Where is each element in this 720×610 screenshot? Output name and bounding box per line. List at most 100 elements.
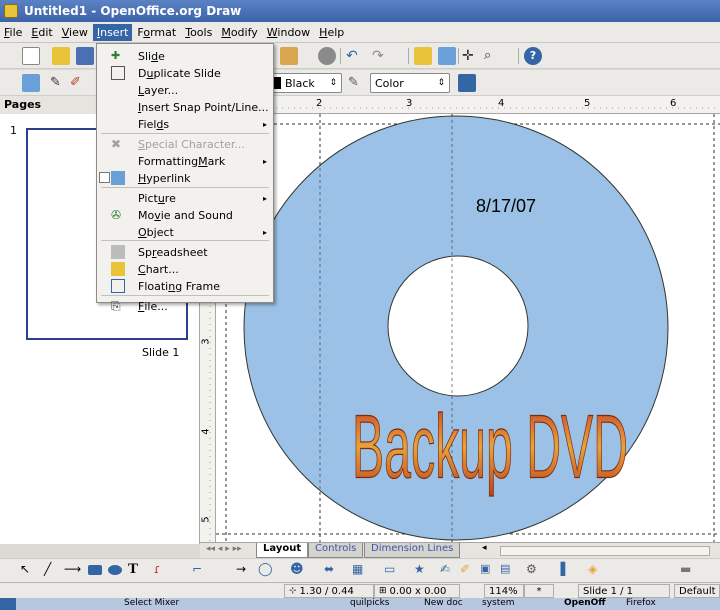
arrange-icon[interactable]: ◈	[588, 562, 606, 580]
navigator-icon[interactable]	[438, 47, 456, 65]
select-arrow-icon[interactable]: ↖	[20, 562, 38, 580]
submenu-arrow-icon: ▸	[262, 157, 267, 166]
lines-arrows-icon[interactable]: →	[236, 562, 254, 580]
layer-tab[interactable]: Layout	[256, 543, 309, 558]
chart-insert-icon[interactable]	[414, 47, 432, 65]
menu-item[interactable]: View	[58, 24, 92, 41]
gallery-icon[interactable]: ▤	[500, 562, 518, 580]
insert-menu-item[interactable]: Object ▸	[97, 224, 273, 241]
insert-menu-item[interactable]: Du plicate Slide	[97, 65, 273, 82]
help-icon[interactable]: ?	[524, 47, 542, 65]
insert-menu-item[interactable]: ✇ Mo v ie and Sound	[97, 207, 273, 224]
menu-item[interactable]: Window	[263, 24, 314, 41]
callouts-icon[interactable]: ▭	[384, 562, 402, 580]
points-icon[interactable]: ✍	[440, 562, 458, 580]
taskbar-item[interactable]: quilpicks	[346, 598, 416, 610]
zoom-icon[interactable]: ⌕	[484, 47, 502, 65]
redo-icon[interactable]: ↷	[372, 47, 390, 65]
horizontal-scrollbar[interactable]	[500, 546, 710, 556]
ruler-tick-label: 3	[406, 98, 413, 109]
insert-menu-item[interactable]: Sp r eadsheet	[97, 244, 273, 261]
menu-separator	[101, 240, 269, 241]
text-tool-icon[interactable]: T	[128, 561, 146, 579]
styles-icon[interactable]	[22, 74, 40, 92]
insert-menu-item[interactable]: Layer...	[97, 82, 273, 99]
gluepoints-icon[interactable]: ✛	[462, 47, 480, 65]
fontwork-icon[interactable]: ✐	[460, 562, 478, 580]
menu-separator	[101, 133, 269, 134]
insert-menu-item[interactable]: Insert Snap Point/Line...	[97, 99, 273, 116]
slide-label: Slide 1	[142, 346, 180, 359]
menu-item-label: Sp	[138, 246, 152, 259]
open-folder-icon[interactable]	[52, 47, 70, 65]
save-icon[interactable]	[76, 47, 94, 65]
tab-nav-arrows-icon[interactable]: ◂◂ ◂ ▸ ▸▸	[206, 544, 242, 554]
from-file-icon[interactable]: ▣	[480, 562, 498, 580]
area-icon[interactable]: ✎	[348, 74, 366, 92]
area-style-select[interactable]: Color ⇕	[370, 73, 450, 93]
menu-item[interactable]: Insert	[92, 23, 133, 41]
layer-tab[interactable]: Dimension Lines	[364, 543, 461, 558]
block-arrows-icon[interactable]: ⬌	[324, 562, 342, 580]
size-field: ⊞ 0.00 x 0.00	[374, 584, 460, 598]
menu-item[interactable]: Format	[133, 24, 180, 41]
undo-icon[interactable]: ↶	[346, 47, 364, 65]
shadow-tool-icon[interactable]: ▬	[680, 562, 698, 580]
scroll-left-icon[interactable]: ◂	[482, 543, 487, 553]
menu-item-label: re	[164, 192, 176, 205]
menu-item-label: ie and Sound	[160, 209, 233, 222]
menu-item[interactable]: Modify	[217, 24, 261, 41]
line-arrow-tool-icon[interactable]: ⟶	[64, 562, 82, 580]
date-label[interactable]: 8/17/07	[476, 196, 536, 216]
curve-tool-icon[interactable]: ɾ	[154, 562, 172, 580]
insert-menu-item[interactable]: Fiel d s ▸	[97, 116, 273, 133]
shadow-icon[interactable]	[458, 74, 476, 92]
insert-menu-item[interactable]: ✚ Sli d e	[97, 48, 273, 65]
line-color-select[interactable]: Black ⇕	[268, 73, 342, 93]
menu-item[interactable]: Help	[315, 24, 348, 41]
start-menu-icon[interactable]	[0, 598, 16, 610]
line-tool-icon[interactable]: ╱	[44, 562, 62, 580]
menu-item-label: Formatting	[138, 155, 199, 168]
symbol-shapes-icon[interactable]: ☻	[290, 562, 308, 580]
taskbar-item-label: OpenOff	[564, 598, 606, 608]
menu-item-label: pecial Character...	[144, 138, 245, 151]
taskbar-item[interactable]: system	[478, 598, 542, 610]
taskbar-item[interactable]: New doc	[420, 598, 476, 610]
insert-menu-item[interactable]: Hyperlink	[97, 170, 273, 187]
line-icon[interactable]: ✎	[50, 74, 68, 92]
connector-tool-icon[interactable]: ⌐	[192, 562, 210, 580]
basic-shapes-icon[interactable]: ◯	[258, 562, 276, 580]
insert-menu-item[interactable]: Pict u re ▸	[97, 190, 273, 207]
drawing-canvas[interactable]: 8/17/07 Backup DVD	[216, 114, 720, 544]
zoom-field[interactable]: 114%	[484, 584, 524, 598]
insert-menu-item[interactable]: Formatting Mark ▸	[97, 153, 273, 170]
flowchart-icon[interactable]: ▦	[352, 562, 370, 580]
menu-item[interactable]: Edit	[27, 24, 56, 41]
stars-icon[interactable]: ★	[414, 562, 432, 580]
toggle-extrusion-icon[interactable]: ⚙	[526, 562, 544, 580]
ellipse-tool-icon[interactable]	[108, 565, 122, 575]
align-icon[interactable]: ▐	[556, 562, 574, 580]
arrow-style-icon[interactable]: ✐	[70, 74, 88, 92]
window-title-bar: Untitled1 - OpenOffice.org Draw	[0, 0, 720, 22]
format-paintbrush-icon[interactable]	[318, 47, 336, 65]
dvd-hole[interactable]	[387, 255, 529, 397]
taskbar-item[interactable]: OpenOff	[560, 598, 620, 610]
backup-dvd-wordart[interactable]: Backup DVD	[351, 396, 628, 497]
horizontal-ruler[interactable]: 2 3 4 5 6	[200, 96, 720, 114]
taskbar-item[interactable]: Firefox	[622, 598, 682, 610]
menu-item[interactable]: Tools	[181, 24, 216, 41]
insert-menu-item[interactable]: ⎘ File...	[97, 298, 273, 315]
insert-menu-item[interactable]: Floati n g Frame	[97, 278, 273, 295]
new-document-icon[interactable]	[22, 47, 40, 65]
slide-icon: ✚	[111, 49, 121, 62]
taskbar-item[interactable]: Select Mixer	[120, 598, 198, 610]
paste-icon[interactable]	[280, 47, 298, 65]
menu-item[interactable]: File	[0, 24, 26, 41]
insert-menu-item[interactable]: Chart...	[97, 261, 273, 278]
layer-tab[interactable]: Controls	[308, 543, 364, 558]
hyperlink-checkbox[interactable]	[99, 172, 110, 183]
menu-item-label: yperlink	[146, 172, 191, 185]
rectangle-tool-icon[interactable]	[88, 565, 102, 575]
